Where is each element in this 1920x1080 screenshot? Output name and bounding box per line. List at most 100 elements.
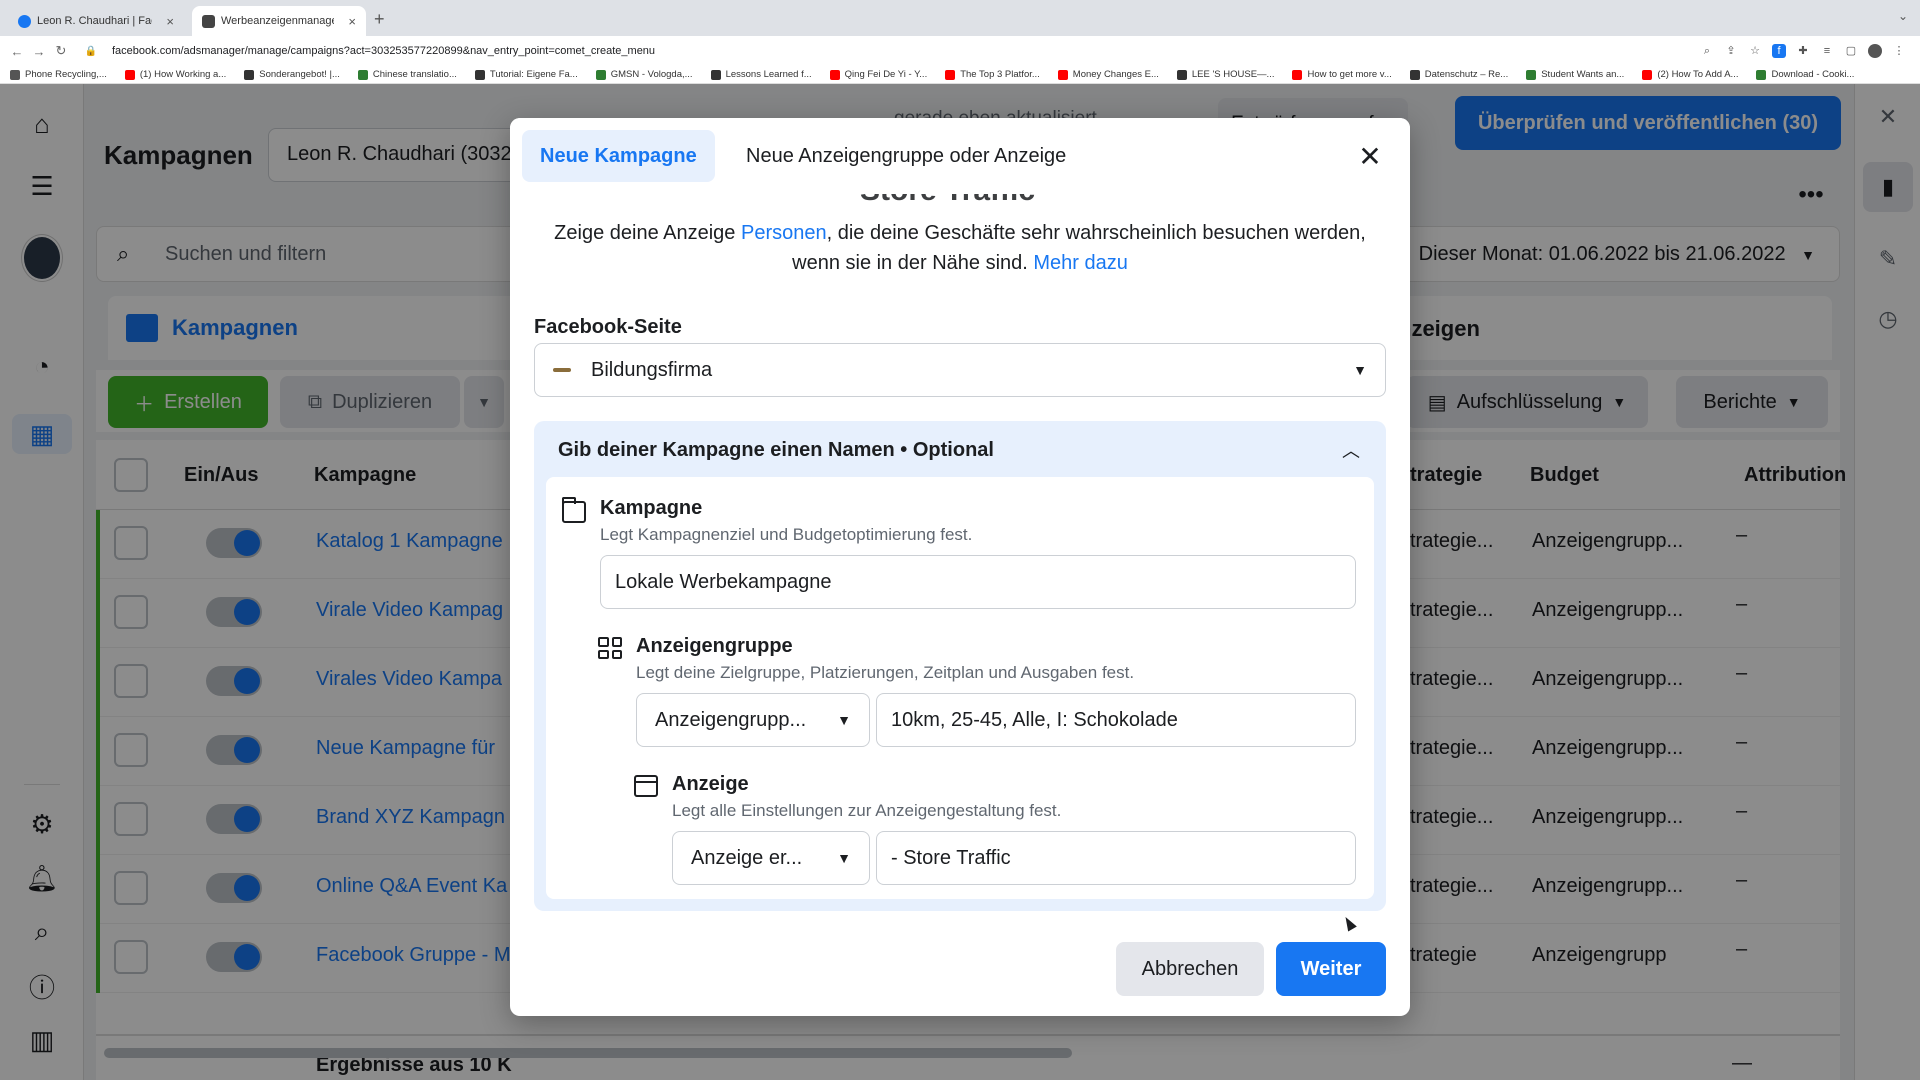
bookmark-item[interactable]: Datenschutz – Re... bbox=[1409, 69, 1508, 80]
bookmark-favicon-icon bbox=[124, 69, 135, 80]
bookmark-favicon-icon bbox=[710, 69, 721, 80]
zoom-icon[interactable]: ⌕ bbox=[1700, 44, 1714, 58]
bookmark-label: Student Wants an... bbox=[1541, 69, 1625, 80]
bookmark-label: Chinese translatio... bbox=[372, 69, 457, 80]
browser-tab-strip: Leon R. Chaudhari | Facebook × Werbeanze… bbox=[0, 0, 1920, 36]
create-campaign-dialog: Store Traffic Neue Kampagne Neue Anzeige… bbox=[510, 118, 1410, 1016]
bookmark-item[interactable]: (1) How Working a... bbox=[124, 69, 226, 80]
bookmark-favicon-icon bbox=[945, 69, 956, 80]
bookmark-favicon-icon bbox=[1642, 69, 1653, 80]
bookmark-favicon-icon bbox=[1176, 69, 1187, 80]
bookmark-label: Phone Recycling,... bbox=[25, 69, 107, 80]
bookmark-item[interactable]: LEE 'S HOUSE—... bbox=[1176, 69, 1275, 80]
bookmark-item[interactable]: Tutorial: Eigene Fa... bbox=[474, 69, 578, 80]
star-icon[interactable]: ☆ bbox=[1748, 44, 1762, 58]
dialog-footer: Abbrechen Weiter bbox=[510, 934, 1410, 1016]
bookmark-item[interactable]: (2) How To Add A... bbox=[1642, 69, 1738, 80]
bookmark-item[interactable]: How to get more v... bbox=[1292, 69, 1392, 80]
facebook-page-select[interactable]: Bildungsfirma ▼ bbox=[534, 343, 1386, 397]
learn-more-link[interactable]: Mehr dazu bbox=[1033, 252, 1128, 274]
bookmark-item[interactable]: Chinese translatio... bbox=[357, 69, 457, 80]
ad-level-subtitle: Legt alle Einstellungen zur Anzeigengest… bbox=[672, 801, 1062, 820]
next-button[interactable]: Weiter bbox=[1276, 942, 1386, 996]
ad-mode-value: Anzeige er... bbox=[691, 847, 803, 869]
naming-fields: Kampagne Legt Kampagnenziel und Budgetop… bbox=[546, 477, 1374, 899]
bookmark-favicon-icon bbox=[1409, 69, 1420, 80]
adset-grid-icon bbox=[598, 637, 622, 659]
reading-list-icon[interactable]: ≡ bbox=[1820, 44, 1834, 58]
ad-mode-select[interactable]: Anzeige er... ▼ bbox=[672, 831, 870, 885]
bookmark-label: Sonderangebot! |... bbox=[259, 69, 340, 80]
chevron-down-icon: ▼ bbox=[1353, 362, 1367, 378]
tab-new-adset-or-ad[interactable]: Neue Anzeigengruppe oder Anzeige bbox=[728, 130, 1084, 182]
bookmark-item[interactable]: Phone Recycling,... bbox=[10, 69, 107, 80]
bookmark-item[interactable]: GMSN - Vologda,... bbox=[595, 69, 693, 80]
profile-avatar-icon[interactable] bbox=[1868, 44, 1882, 58]
campaign-level-title: Kampagne bbox=[600, 497, 703, 519]
facebook-favicon-icon bbox=[18, 14, 31, 28]
bookmark-item[interactable]: Money Changes E... bbox=[1057, 69, 1159, 80]
bookmark-item[interactable]: Qing Fei De Yi - Y... bbox=[829, 69, 927, 80]
people-link[interactable]: Personen bbox=[741, 222, 827, 244]
sidepanel-icon[interactable]: ▢ bbox=[1844, 44, 1858, 58]
adset-level-subtitle: Legt deine Zielgruppe, Platzierungen, Ze… bbox=[636, 663, 1135, 682]
close-icon[interactable]: ✕ bbox=[1352, 138, 1388, 174]
desc-text: Zeige deine Anzeige bbox=[554, 222, 741, 244]
tab-title: Werbeanzeigenmanager - Wer bbox=[221, 15, 335, 27]
bookmark-favicon-icon bbox=[1057, 69, 1068, 80]
bookmark-item[interactable]: Download - Cooki... bbox=[1756, 69, 1854, 80]
chevron-up-icon[interactable]: ︿ bbox=[1342, 437, 1360, 463]
bookmark-item[interactable]: Sonderangebot! |... bbox=[244, 69, 340, 80]
menu-dots-icon[interactable]: ⋮ bbox=[1892, 44, 1906, 58]
dialog-header: Neue Kampagne Neue Anzeigengruppe oder A… bbox=[510, 118, 1410, 194]
url-field[interactable]: facebook.com/adsmanager/manage/campaigns… bbox=[112, 45, 1700, 57]
share-icon[interactable]: ⇪ bbox=[1724, 44, 1738, 58]
close-tab-icon[interactable]: × bbox=[348, 14, 356, 29]
tab-new-campaign[interactable]: Neue Kampagne bbox=[522, 130, 715, 182]
new-tab-icon[interactable]: + bbox=[374, 9, 385, 30]
adset-mode-value: Anzeigengrupp... bbox=[655, 709, 807, 731]
bookmark-label: (2) How To Add A... bbox=[1657, 69, 1739, 80]
bookmark-favicon-icon bbox=[595, 69, 606, 80]
screen: Leon R. Chaudhari | Facebook × Werbeanze… bbox=[0, 0, 1920, 1080]
bookmarks-bar: Phone Recycling,... (1) How Working a... S… bbox=[0, 66, 1920, 84]
tab-search-chevron-icon[interactable]: ⌄ bbox=[1898, 9, 1908, 23]
extension-facebook-icon[interactable]: f bbox=[1772, 44, 1786, 58]
bookmark-item[interactable]: Lessons Learned f... bbox=[710, 69, 812, 80]
ad-level-title: Anzeige bbox=[672, 773, 749, 795]
bookmark-label: Download - Cooki... bbox=[1771, 69, 1855, 80]
facebook-page-label: Facebook-Seite bbox=[534, 316, 682, 338]
bookmark-label: GMSN - Vologda,... bbox=[610, 69, 693, 80]
bookmark-favicon-icon bbox=[1526, 69, 1537, 80]
bookmark-item[interactable]: Student Wants an... bbox=[1526, 69, 1624, 80]
close-tab-icon[interactable]: × bbox=[166, 14, 174, 29]
address-bar: ← → ↻ 🔒 facebook.com/adsmanager/manage/c… bbox=[0, 36, 1920, 66]
page-logo-icon bbox=[553, 368, 571, 372]
cancel-button[interactable]: Abbrechen bbox=[1116, 942, 1264, 996]
reload-icon[interactable]: ↻ bbox=[50, 43, 72, 59]
bookmark-favicon-icon bbox=[10, 69, 20, 80]
folder-icon bbox=[562, 497, 586, 523]
bookmark-label: The Top 3 Platfor... bbox=[960, 69, 1040, 80]
bookmark-label: Tutorial: Eigene Fa... bbox=[489, 69, 578, 80]
adset-level-title: Anzeigengruppe bbox=[636, 635, 793, 657]
ad-window-icon bbox=[634, 775, 658, 797]
adset-name-input[interactable]: 10km, 25-45, Alle, I: Schokolade bbox=[876, 693, 1356, 747]
campaign-naming-section: Gib deiner Kampagne einen Namen • Option… bbox=[534, 421, 1386, 911]
bookmark-label: LEE 'S HOUSE—... bbox=[1191, 69, 1275, 80]
back-arrow-icon[interactable]: ← bbox=[6, 44, 28, 59]
bookmark-label: Lessons Learned f... bbox=[725, 69, 812, 80]
browser-tab-adsmanager[interactable]: Werbeanzeigenmanager - Wer × bbox=[192, 6, 366, 36]
ad-name-input[interactable]: - Store Traffic bbox=[876, 831, 1356, 885]
extension-puzzle-icon[interactable]: ✚ bbox=[1796, 44, 1810, 58]
browser-actions: ⌕ ⇪ ☆ f ✚ ≡ ▢ ⋮ bbox=[1700, 44, 1920, 58]
bookmark-item[interactable]: The Top 3 Platfor... bbox=[945, 69, 1040, 80]
lock-icon[interactable]: 🔒 bbox=[80, 46, 102, 57]
campaign-name-input[interactable]: Lokale Werbekampagne bbox=[600, 555, 1356, 609]
bookmark-favicon-icon bbox=[357, 69, 368, 80]
forward-arrow-icon[interactable]: → bbox=[28, 44, 50, 59]
adset-mode-select[interactable]: Anzeigengrupp... ▼ bbox=[636, 693, 870, 747]
bookmark-favicon-icon bbox=[829, 69, 840, 80]
browser-tab-facebook[interactable]: Leon R. Chaudhari | Facebook × bbox=[8, 6, 184, 36]
bookmark-favicon-icon bbox=[474, 69, 485, 80]
